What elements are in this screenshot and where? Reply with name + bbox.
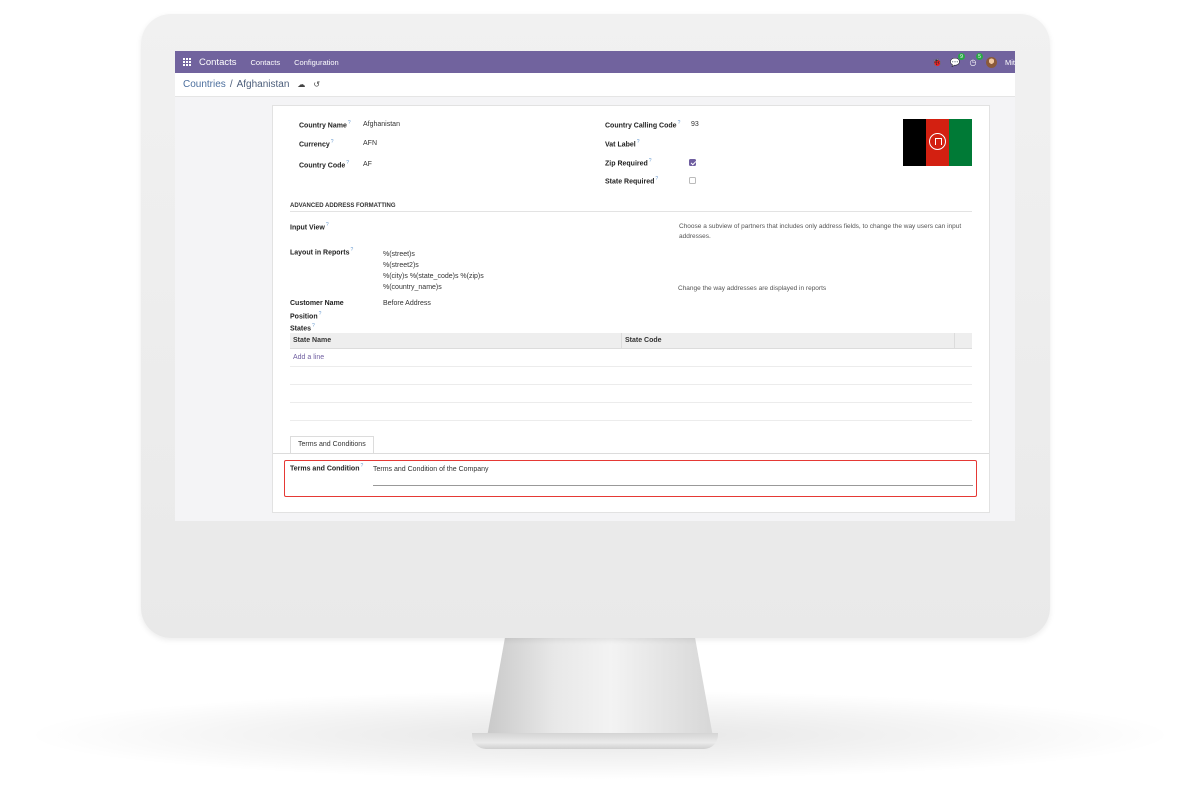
breadcrumb-separator: / (229, 79, 233, 90)
vat-label-label: Vat Label? (605, 139, 640, 149)
layout-line: %(street)s (383, 251, 415, 258)
flag-emblem-icon (929, 133, 946, 150)
control-panel: Countries / Afghanistan ☁ ↺ (175, 73, 1015, 97)
state-required-checkbox[interactable] (689, 177, 696, 184)
breadcrumb-parent[interactable]: Countries (183, 79, 226, 90)
input-view-label: Input View? (290, 222, 329, 232)
currency-field[interactable]: AFN (363, 140, 377, 147)
add-a-line-link[interactable]: Add a line (290, 349, 972, 367)
form-content: Country Name? Afghanistan Currency? AFN … (175, 97, 1015, 521)
table-row (290, 385, 972, 403)
tab-terms-and-conditions[interactable]: Terms and Conditions (290, 436, 374, 453)
monitor-stand-neck (487, 637, 713, 737)
column-header-state-code[interactable]: State Code (622, 332, 955, 349)
apps-menu-icon[interactable] (183, 57, 192, 67)
app-screen: Contacts Contacts Configuration 🐞 💬 9 ◷ 5 … (175, 51, 1015, 521)
layout-in-reports-help: Change the way addresses are displayed i… (678, 285, 827, 292)
calling-code-field[interactable]: 93 (691, 121, 699, 128)
states-table: State Name State Code Add a line (290, 332, 972, 421)
tab-divider (273, 453, 989, 454)
flag-stripe-green (949, 119, 972, 166)
menu-item-configuration[interactable]: Configuration (294, 58, 339, 67)
save-cloud-icon[interactable]: ☁ (297, 80, 305, 89)
breadcrumb-current: Afghanistan (236, 79, 290, 90)
flag-stripe-black (903, 119, 926, 166)
customer-name-position-label: Customer Name Position? (290, 300, 344, 321)
monitor-stand-foot (472, 733, 718, 749)
stage: Contacts Contacts Configuration 🐞 💬 9 ◷ 5 … (0, 0, 1200, 800)
advanced-address-section-title: ADVANCED ADDRESS FORMATTING (290, 203, 972, 212)
activity-clock-icon[interactable]: ◷ 5 (968, 53, 983, 67)
bug-icon[interactable]: 🐞 (932, 57, 942, 67)
form-sheet: Country Name? Afghanistan Currency? AFN … (272, 105, 990, 513)
user-avatar[interactable] (986, 56, 997, 68)
zip-required-checkbox[interactable] (689, 159, 696, 166)
column-header-state-name[interactable]: State Name (290, 332, 622, 349)
messages-badge: 9 (958, 53, 965, 60)
country-name-label: Country Name? (299, 120, 351, 130)
country-name-field[interactable]: Afghanistan (363, 121, 400, 128)
table-row (290, 367, 972, 385)
terms-condition-field[interactable]: Terms and Condition of the Company (373, 465, 973, 486)
activities-badge: 5 (976, 53, 983, 60)
layout-in-reports-label: Layout in Reports? (290, 247, 354, 257)
input-view-help: Choose a subview of partners that includ… (679, 223, 962, 240)
layout-in-reports-field[interactable]: %(street)s %(street2)s %(city)s %(state_… (383, 249, 484, 293)
layout-line: %(country_name)s (383, 284, 442, 291)
customer-name-position-field[interactable]: Before Address (383, 300, 431, 307)
chat-icon[interactable]: 💬 9 (950, 53, 965, 67)
state-required-label: State Required? (605, 176, 659, 186)
navbar-systray: 🐞 💬 9 ◷ 5 Mit (932, 51, 1015, 73)
country-code-field[interactable]: AF (363, 161, 372, 168)
breadcrumb: Countries / Afghanistan (183, 79, 289, 90)
top-navbar: Contacts Contacts Configuration 🐞 💬 9 ◷ 5 … (175, 51, 1015, 73)
currency-label: Currency? (299, 139, 334, 149)
zip-required-label: Zip Required? (605, 158, 652, 168)
states-table-header: State Name State Code (290, 332, 972, 349)
states-label: States? (290, 323, 315, 333)
country-code-label: Country Code? (299, 160, 350, 170)
discard-undo-icon[interactable]: ↺ (313, 80, 320, 89)
app-brand[interactable]: Contacts (199, 57, 237, 68)
calling-code-label: Country Calling Code? (605, 120, 681, 130)
layout-line: %(city)s %(state_code)s %(zip)s (383, 273, 484, 280)
layout-line: %(street2)s (383, 262, 419, 269)
user-name[interactable]: Mit (1005, 58, 1015, 67)
terms-condition-label: Terms and Condition? (290, 463, 364, 473)
table-row (290, 403, 972, 421)
menu-item-contacts[interactable]: Contacts (251, 58, 281, 67)
country-flag-image[interactable] (903, 119, 972, 166)
